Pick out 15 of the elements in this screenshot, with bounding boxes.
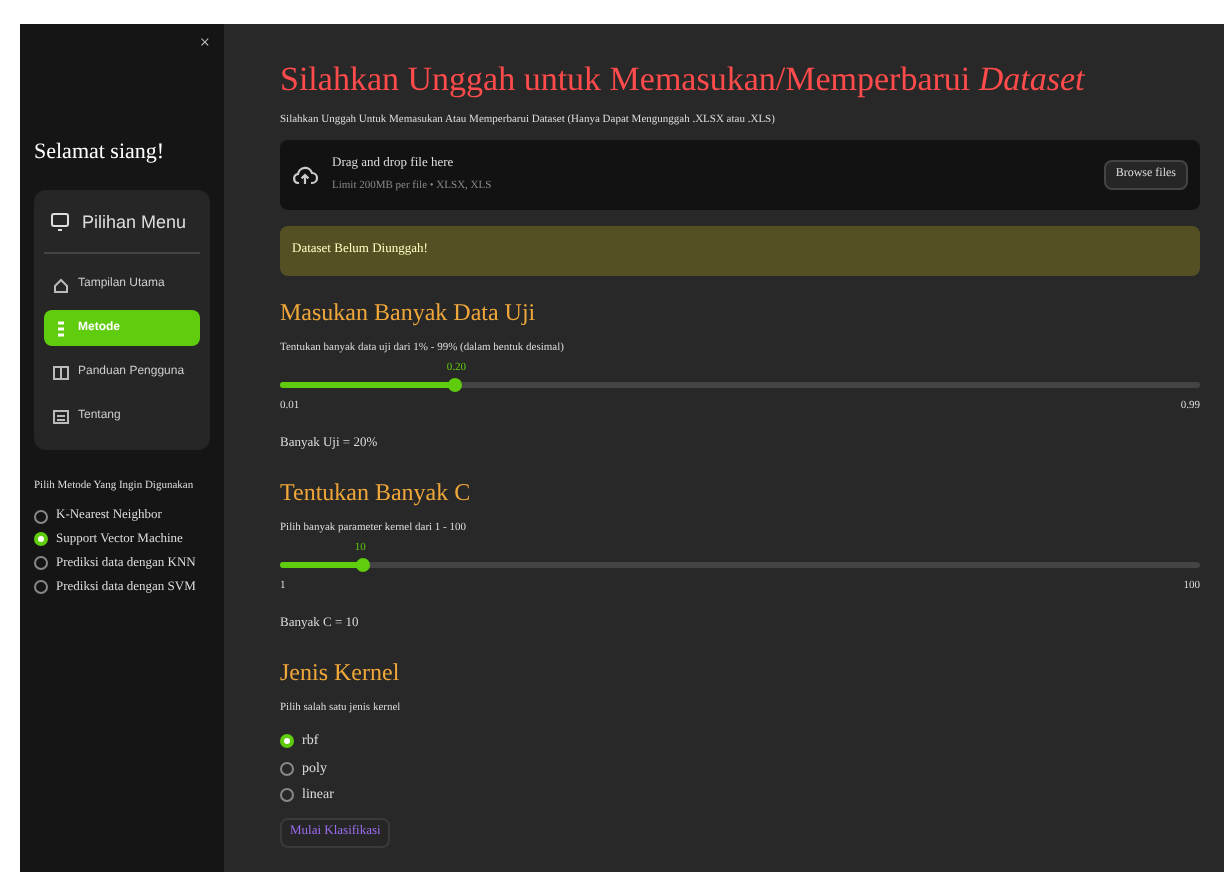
page-title: Silahkan Unggah untuk Memasukan/Memperbarui Dataset	[280, 58, 1087, 101]
greeting: Selamat siang!	[34, 138, 167, 168]
menu-title: Pilihan Menu	[82, 209, 187, 235]
list-icon	[52, 319, 70, 337]
section-heading: Masukan Banyak Data Uji	[280, 297, 538, 327]
monitor-icon	[50, 212, 70, 233]
cloud-upload-icon	[292, 163, 318, 185]
document-icon	[52, 407, 70, 425]
slider-thumb[interactable]	[448, 377, 463, 392]
section-heading: Tentukan Banyak C	[280, 477, 473, 508]
book-icon	[52, 363, 70, 381]
house-icon	[52, 275, 70, 293]
section-heading: Jenis Kernel	[280, 658, 402, 688]
slider-thumb[interactable]	[356, 558, 371, 572]
close-button[interactable]: ×	[199, 34, 210, 52]
